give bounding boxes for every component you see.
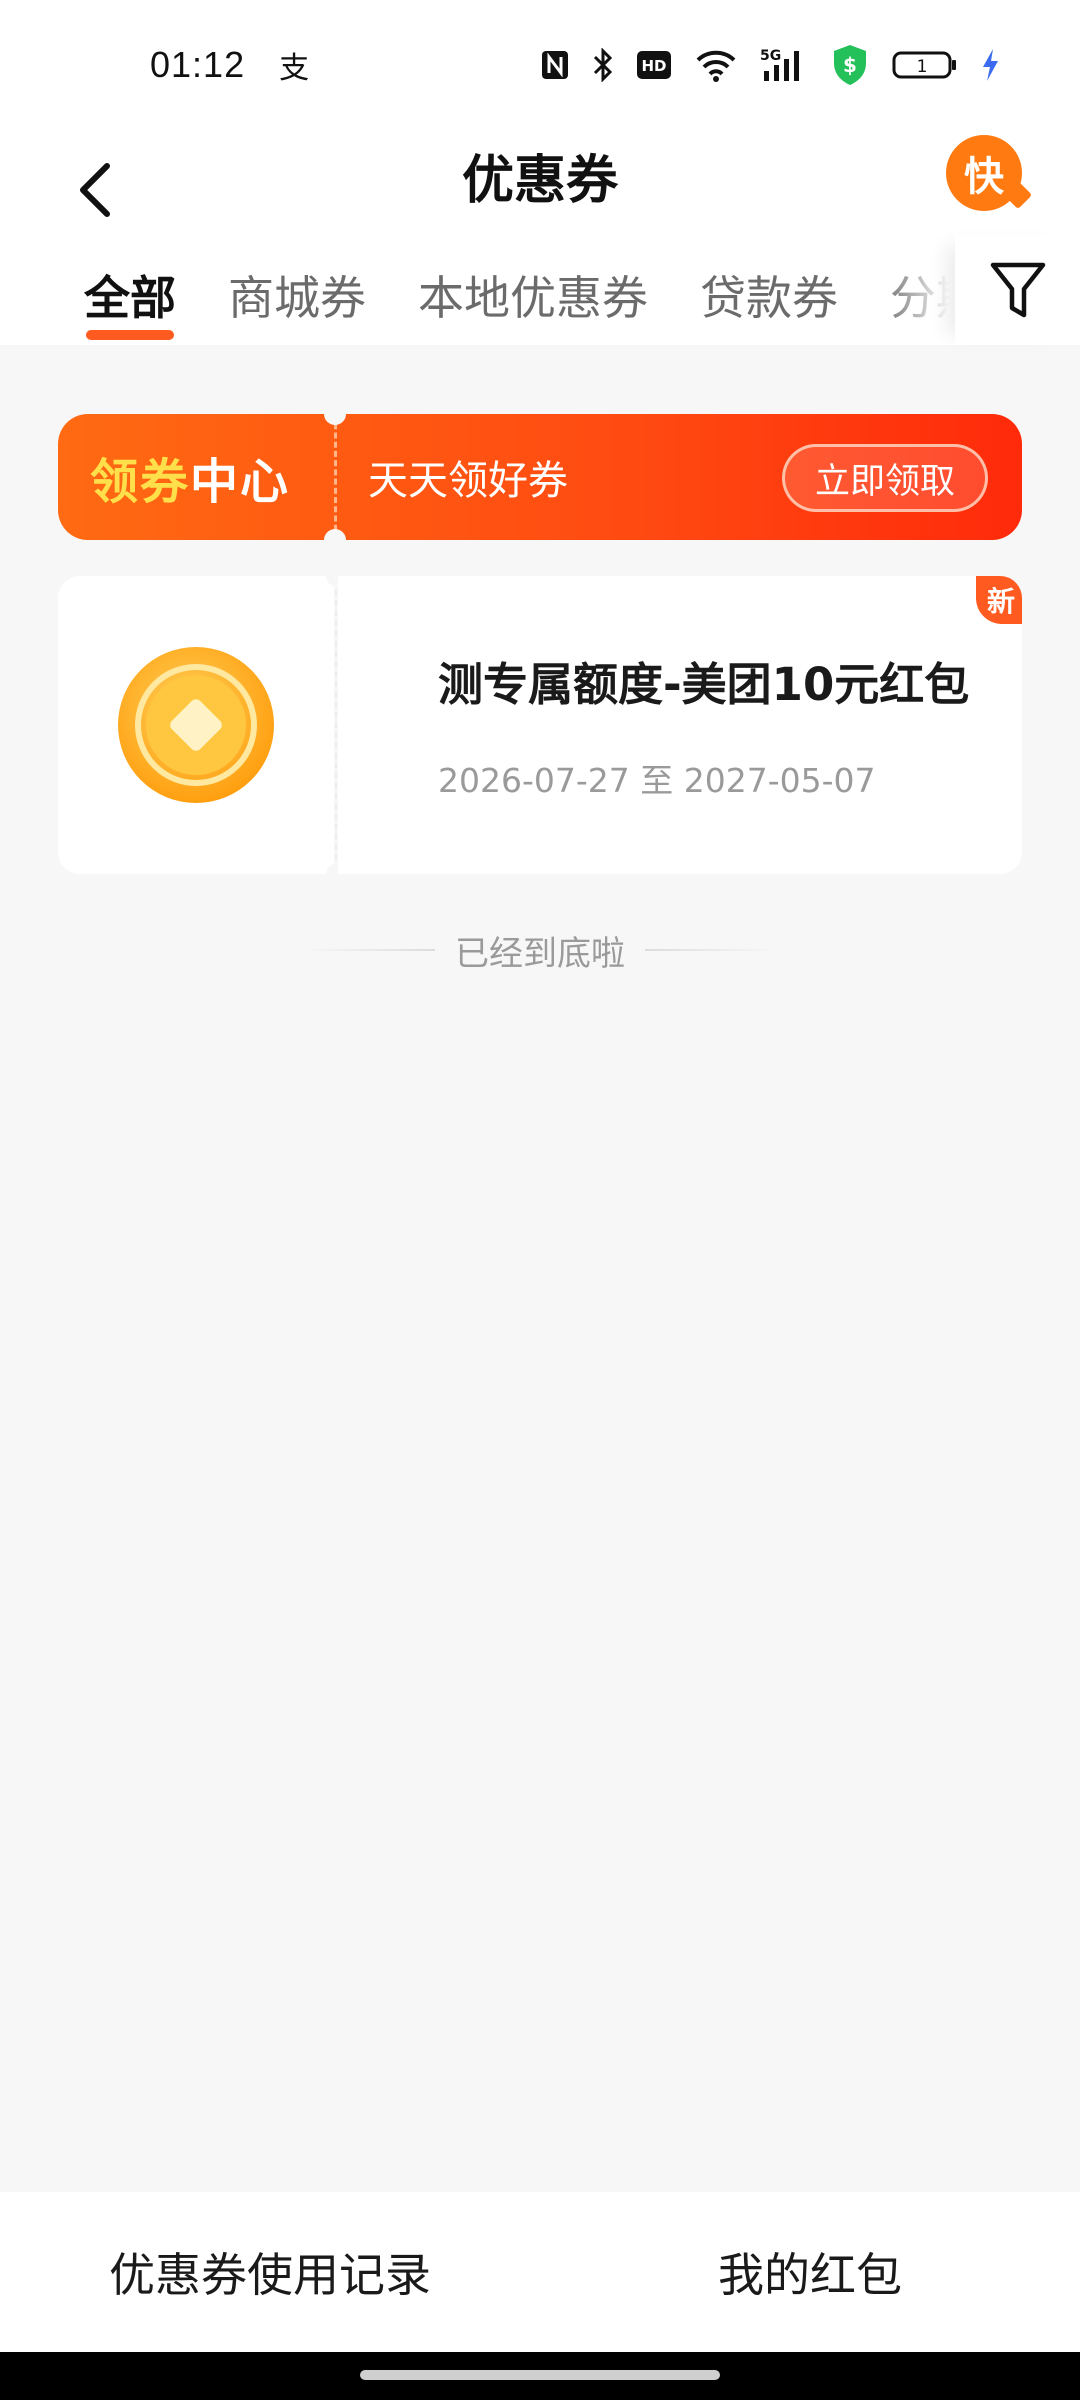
banner-subtitle: 天天领好券: [368, 458, 568, 504]
my-red-packets-button[interactable]: 我的红包: [540, 2192, 1080, 2352]
list-end-indicator: 已经到底啦: [0, 920, 1080, 980]
gold-coin-icon: [118, 647, 274, 803]
signal-5g-icon: 5G: [760, 47, 808, 83]
home-indicator[interactable]: [360, 2370, 720, 2380]
banner-title: 领券 中心: [90, 414, 290, 540]
wifi-icon: [694, 48, 738, 82]
coupon-tabs: 全部 商城券 本地优惠券 贷款券 分期: [0, 250, 950, 345]
tab-mall-coupons[interactable]: 商城券: [228, 250, 366, 328]
shield-symbol: $: [843, 53, 857, 77]
end-line-left: [305, 949, 435, 951]
status-left: 01:12 支: [150, 43, 309, 87]
banner-divider: [334, 414, 337, 540]
new-badge: 新: [976, 576, 1022, 624]
tab-local-coupons[interactable]: 本地优惠券: [418, 250, 648, 328]
battery-level: 1: [917, 57, 928, 77]
system-nav-bar: [0, 2352, 1080, 2400]
tab-all[interactable]: 全部: [84, 250, 176, 340]
coupon-card[interactable]: 测专属额度-美团10元红包 2026-07-27 至 2027-05-07 新: [58, 566, 1022, 884]
hd-label: HD: [641, 57, 666, 75]
coupon-title: 测专属额度-美团10元红包: [438, 658, 970, 711]
banner-title-part1: 领券: [90, 454, 191, 510]
coupon-info: 测专属额度-美团10元红包 2026-07-27 至 2027-05-07 新: [338, 576, 1022, 874]
page-title: 优惠券: [461, 151, 618, 211]
hd-icon: HD: [636, 50, 672, 80]
banner-title-part2: 中心: [190, 454, 291, 510]
end-line-right: [645, 949, 775, 951]
header: 优惠券 快 全部 商城券 本地优惠券 贷款券 分期: [0, 130, 1080, 345]
quick-assistant-icon[interactable]: 快: [946, 135, 1022, 211]
status-time: 01:12: [150, 44, 246, 85]
network-label: 5G: [760, 48, 781, 64]
bluetooth-icon: [592, 48, 614, 82]
filter-icon: [990, 262, 1045, 318]
battery-icon: 1: [892, 50, 958, 80]
status-icons: HD 5G $ 1: [540, 43, 1000, 87]
coupon-separator: [335, 590, 337, 860]
tabs-fade: [880, 250, 950, 345]
tab-loan-coupons[interactable]: 贷款券: [700, 250, 838, 328]
coupon-center-banner[interactable]: 领券 中心 天天领好券 立即领取: [58, 414, 1022, 540]
filter-button[interactable]: [955, 235, 1080, 345]
status-bar: 01:12 支 HD 5G $ 1: [0, 0, 1080, 130]
charging-icon: [980, 48, 1000, 82]
banner-notch-top: [324, 414, 346, 425]
coupon-validity-dates: 2026-07-27 至 2027-05-07: [438, 761, 876, 800]
security-shield-icon: $: [830, 43, 870, 87]
alipay-notification-icon: 支: [279, 51, 310, 86]
bottom-action-bar: 优惠券使用记录 我的红包: [0, 2192, 1080, 2352]
coupon-usage-history-button[interactable]: 优惠券使用记录: [0, 2192, 540, 2352]
nfc-icon: [540, 49, 570, 81]
coupon-icon-area: [58, 576, 334, 874]
coupon-page: 01:12 支 HD 5G $ 1 优惠券 快 全部 商城券 本地优惠券 贷款券…: [0, 0, 1080, 2400]
claim-now-button[interactable]: 立即领取: [782, 444, 988, 512]
list-end-text: 已经到底啦: [455, 933, 625, 974]
banner-notch-bottom: [324, 529, 346, 540]
